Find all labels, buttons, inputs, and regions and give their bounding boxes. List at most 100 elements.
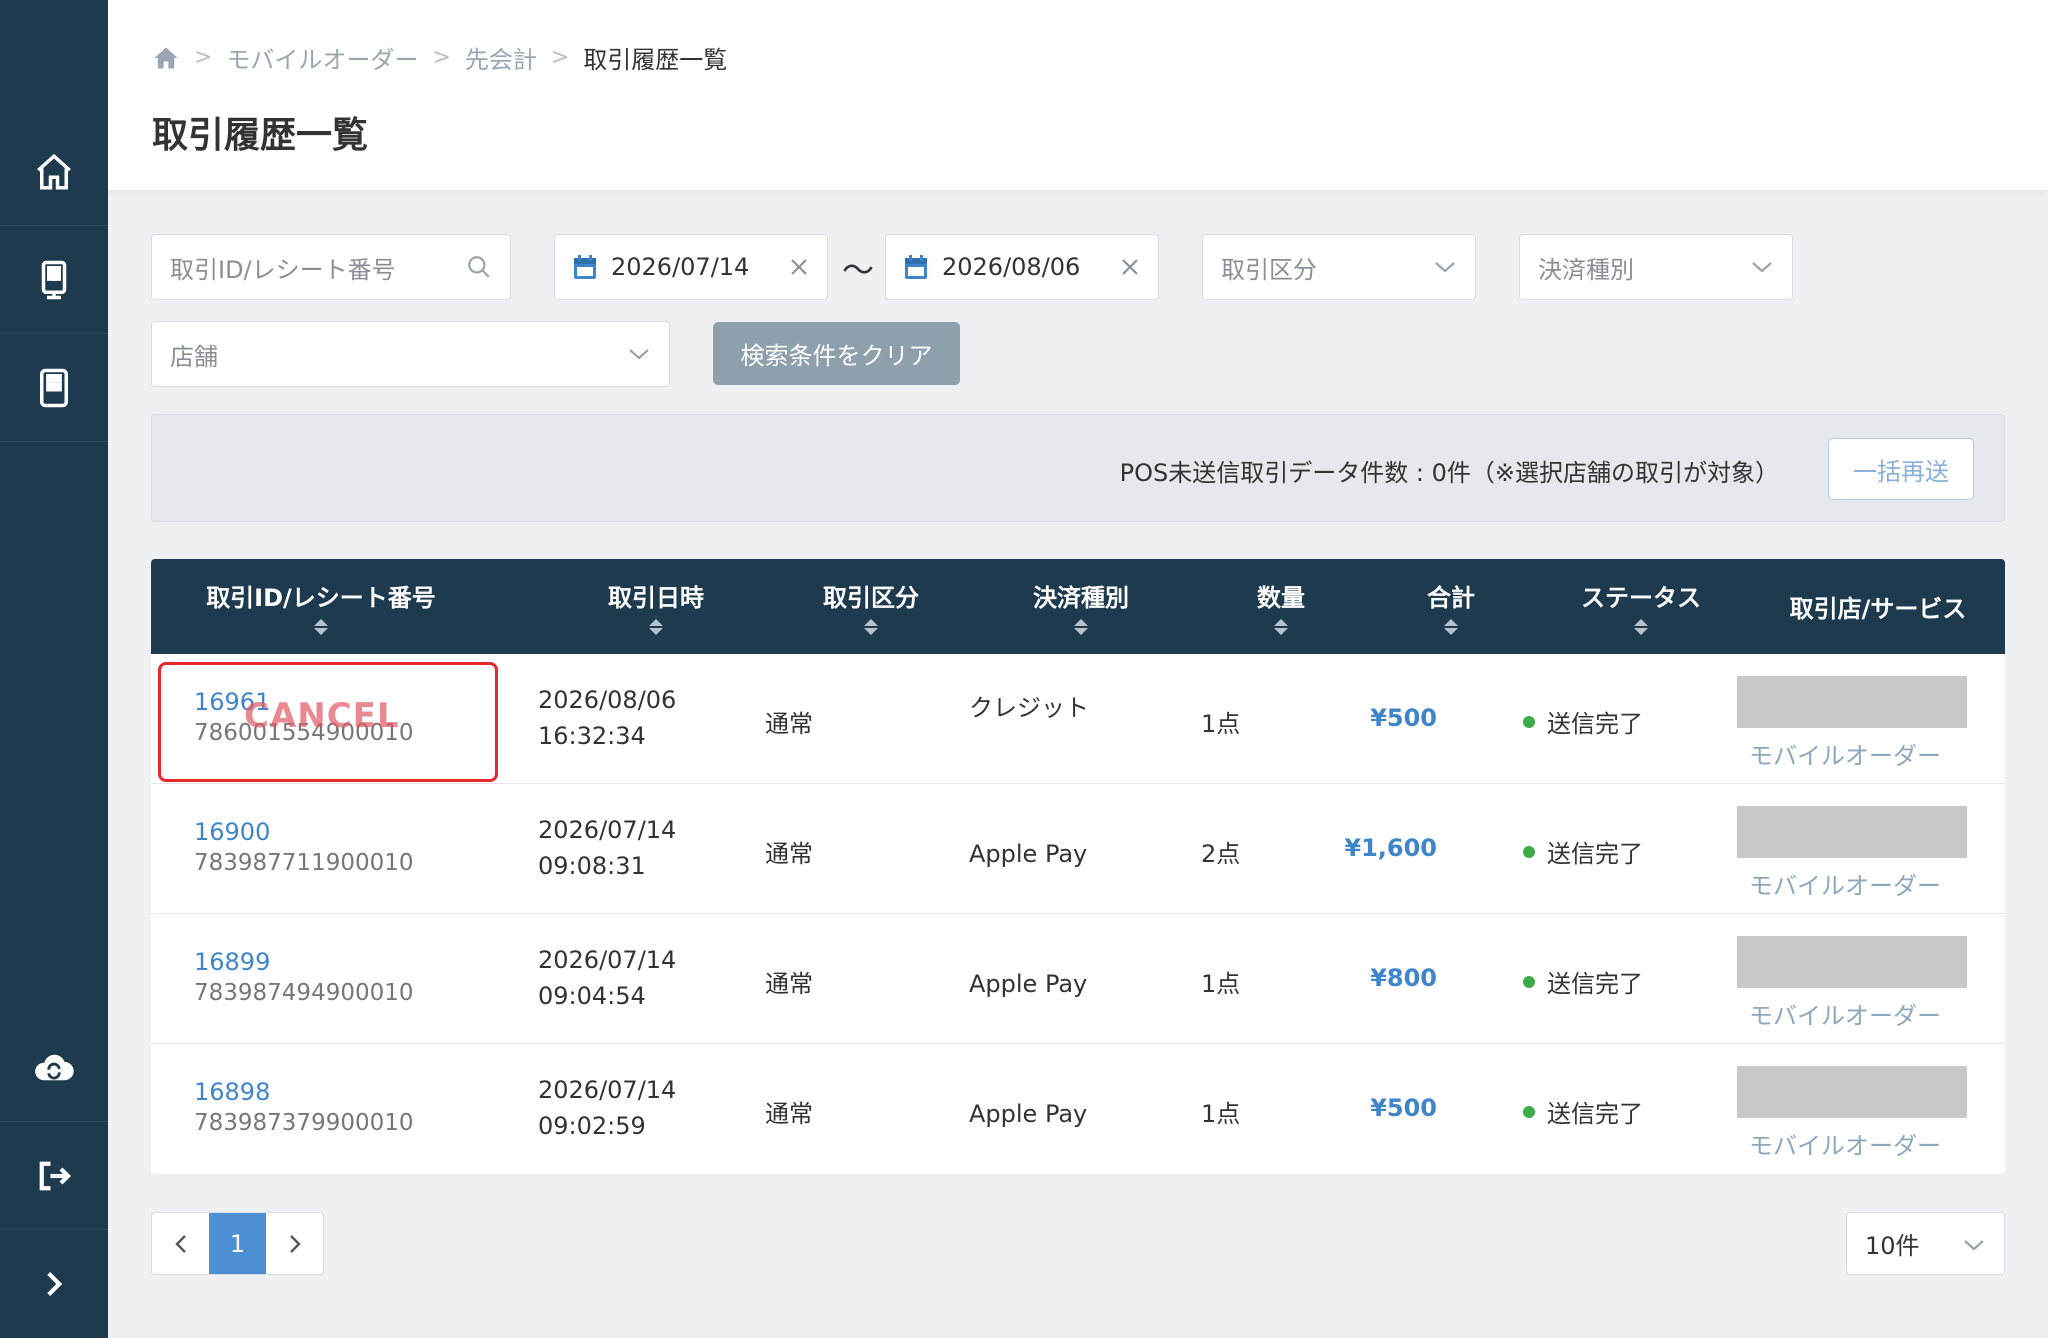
logout-icon bbox=[39, 1161, 71, 1190]
sidebar bbox=[0, 0, 108, 1338]
header-label: 合計 bbox=[1427, 584, 1475, 612]
date-from-field[interactable]: 2026/07/14 bbox=[554, 234, 828, 300]
transaction-type: 通常 bbox=[765, 710, 813, 738]
sidebar-item-logout[interactable] bbox=[0, 1122, 108, 1230]
payment-type-placeholder: 決済種別 bbox=[1538, 255, 1634, 284]
per-page-select[interactable]: 10件 bbox=[1846, 1212, 2005, 1275]
receipt-number: 783987494900010 bbox=[194, 980, 414, 1006]
transaction-id-link[interactable]: 16900 bbox=[194, 818, 270, 846]
quantity: 1点 bbox=[1201, 710, 1241, 738]
status-dot bbox=[1523, 715, 1535, 728]
transaction-time: 09:08:31 bbox=[538, 852, 646, 880]
table-header: 取引ID/レシート番号 取引日時 取引区分 決済種別 数量 合計 ステータス 取… bbox=[151, 559, 2005, 654]
transaction-type: 通常 bbox=[765, 970, 813, 998]
sidebar-expand[interactable] bbox=[0, 1230, 108, 1338]
redacted-store-name bbox=[1737, 806, 1967, 858]
page-title: 取引履歴一覧 bbox=[152, 115, 369, 156]
transaction-time: 09:04:54 bbox=[538, 982, 646, 1010]
transaction-id-link[interactable]: 16899 bbox=[194, 948, 270, 976]
store-select[interactable]: 店舗 bbox=[151, 321, 670, 387]
search-placeholder: 取引ID/レシート番号 bbox=[170, 255, 396, 284]
highlight-box bbox=[158, 662, 498, 782]
payment-type: Apple Pay bbox=[969, 1100, 1088, 1128]
payment-type: Apple Pay bbox=[969, 840, 1088, 868]
search-icon bbox=[468, 256, 490, 278]
sort-header-datetime[interactable]: 取引日時 bbox=[551, 559, 761, 654]
transaction-date: 2026/08/06 bbox=[538, 686, 677, 714]
chevron-left-icon bbox=[174, 1234, 186, 1253]
redacted-store-name bbox=[1737, 936, 1967, 988]
sort-header-qty[interactable]: 数量 bbox=[1221, 559, 1341, 654]
sidebar-item-home[interactable] bbox=[0, 118, 108, 226]
sort-header-status[interactable]: ステータス bbox=[1531, 559, 1751, 654]
redacted-store-name bbox=[1737, 1066, 1967, 1118]
header-label: 取引ID/レシート番号 bbox=[206, 584, 436, 612]
home-icon bbox=[37, 153, 71, 189]
sidebar-item-sync[interactable] bbox=[0, 1014, 108, 1122]
clear-date-from[interactable] bbox=[789, 257, 809, 277]
total-amount: ¥500 bbox=[1370, 704, 1437, 732]
sort-icon bbox=[649, 619, 663, 635]
receipt-number: 783987711900010 bbox=[194, 850, 414, 876]
date-to-field[interactable]: 2026/08/06 bbox=[885, 234, 1159, 300]
transaction-type-select[interactable]: 取引区分 bbox=[1202, 234, 1476, 300]
pos-unsent-count: POS未送信取引データ件数 : 0件（※選択店舗の取引が対象） bbox=[1119, 459, 1779, 487]
calendar-icon bbox=[574, 255, 596, 279]
transaction-type-placeholder: 取引区分 bbox=[1221, 255, 1317, 284]
header-label: ステータス bbox=[1581, 584, 1701, 612]
transaction-date: 2026/07/14 bbox=[538, 816, 677, 844]
prev-page-button[interactable] bbox=[152, 1213, 209, 1274]
redacted-store-name bbox=[1737, 676, 1967, 728]
transaction-id-link[interactable]: 16898 bbox=[194, 1078, 270, 1106]
chevron-right-icon: > bbox=[432, 45, 451, 70]
chevron-right-icon bbox=[289, 1234, 301, 1253]
breadcrumb-prepay[interactable]: 先会計 bbox=[465, 40, 537, 75]
payment-type-select[interactable]: 決済種別 bbox=[1519, 234, 1793, 300]
cloud-sync-icon bbox=[35, 1054, 74, 1080]
header-label: 数量 bbox=[1257, 584, 1305, 612]
sort-icon bbox=[864, 619, 878, 635]
sidebar-item-tablet[interactable] bbox=[0, 334, 108, 442]
quantity: 1点 bbox=[1201, 1100, 1241, 1128]
next-page-button[interactable] bbox=[266, 1213, 323, 1274]
pagination: 1 bbox=[151, 1212, 324, 1275]
status-dot bbox=[1523, 1105, 1535, 1118]
header-label: 取引日時 bbox=[608, 584, 704, 612]
sort-icon bbox=[1634, 619, 1648, 635]
clear-search-button[interactable]: 検索条件をクリア bbox=[713, 322, 960, 385]
search-input[interactable]: 取引ID/レシート番号 bbox=[151, 234, 511, 300]
total-amount: ¥1,600 bbox=[1344, 834, 1437, 862]
chevron-right-icon: > bbox=[550, 45, 570, 70]
page-header: > モバイルオーダー > 先会計 > 取引履歴一覧 取引履歴一覧 bbox=[108, 0, 2048, 190]
table-row[interactable]: 16898 783987379900010 2026/07/14 09:02:5… bbox=[151, 1044, 2005, 1174]
transaction-type: 通常 bbox=[765, 840, 813, 868]
sort-header-tid[interactable]: 取引ID/レシート番号 bbox=[151, 559, 491, 654]
receipt-number: 783987379900010 bbox=[194, 1110, 414, 1136]
breadcrumb-mobile-order[interactable]: モバイルオーダー bbox=[226, 40, 418, 75]
clear-date-to[interactable] bbox=[1120, 257, 1140, 277]
table-row[interactable]: 16900 783987711900010 2026/07/14 09:08:3… bbox=[151, 784, 2005, 914]
total-amount: ¥500 bbox=[1370, 1094, 1437, 1122]
table-row[interactable]: 16899 783987494900010 2026/07/14 09:04:5… bbox=[151, 914, 2005, 1044]
sort-header-type[interactable]: 取引区分 bbox=[771, 559, 971, 654]
payment-type: Apple Pay bbox=[969, 970, 1088, 998]
calendar-icon bbox=[905, 255, 927, 279]
sort-header-total[interactable]: 合計 bbox=[1391, 559, 1511, 654]
chevron-down-icon bbox=[1435, 262, 1455, 273]
breadcrumb: > モバイルオーダー > 先会計 > 取引履歴一覧 bbox=[152, 40, 727, 75]
page-button-current[interactable]: 1 bbox=[209, 1213, 266, 1274]
sidebar-item-kiosk[interactable] bbox=[0, 226, 108, 334]
bulk-resend-button[interactable]: 一括再送 bbox=[1828, 438, 1974, 500]
sort-header-payment[interactable]: 決済種別 bbox=[981, 559, 1181, 654]
home-icon[interactable] bbox=[152, 45, 180, 71]
service-name: モバイルオーダー bbox=[1749, 872, 1941, 900]
pos-unsent-bar: POS未送信取引データ件数 : 0件（※選択店舗の取引が対象） 一括再送 bbox=[151, 414, 2005, 522]
close-icon bbox=[791, 259, 807, 275]
table-row[interactable]: 16961 786001554900010 CANCEL 2026/08/06 … bbox=[151, 654, 2005, 784]
transaction-type: 通常 bbox=[765, 1100, 813, 1128]
date-from-value: 2026/07/14 bbox=[611, 253, 750, 281]
status-dot bbox=[1523, 845, 1535, 858]
header-label: 決済種別 bbox=[1033, 584, 1129, 612]
kiosk-icon bbox=[41, 260, 67, 299]
quantity: 2点 bbox=[1201, 840, 1241, 868]
